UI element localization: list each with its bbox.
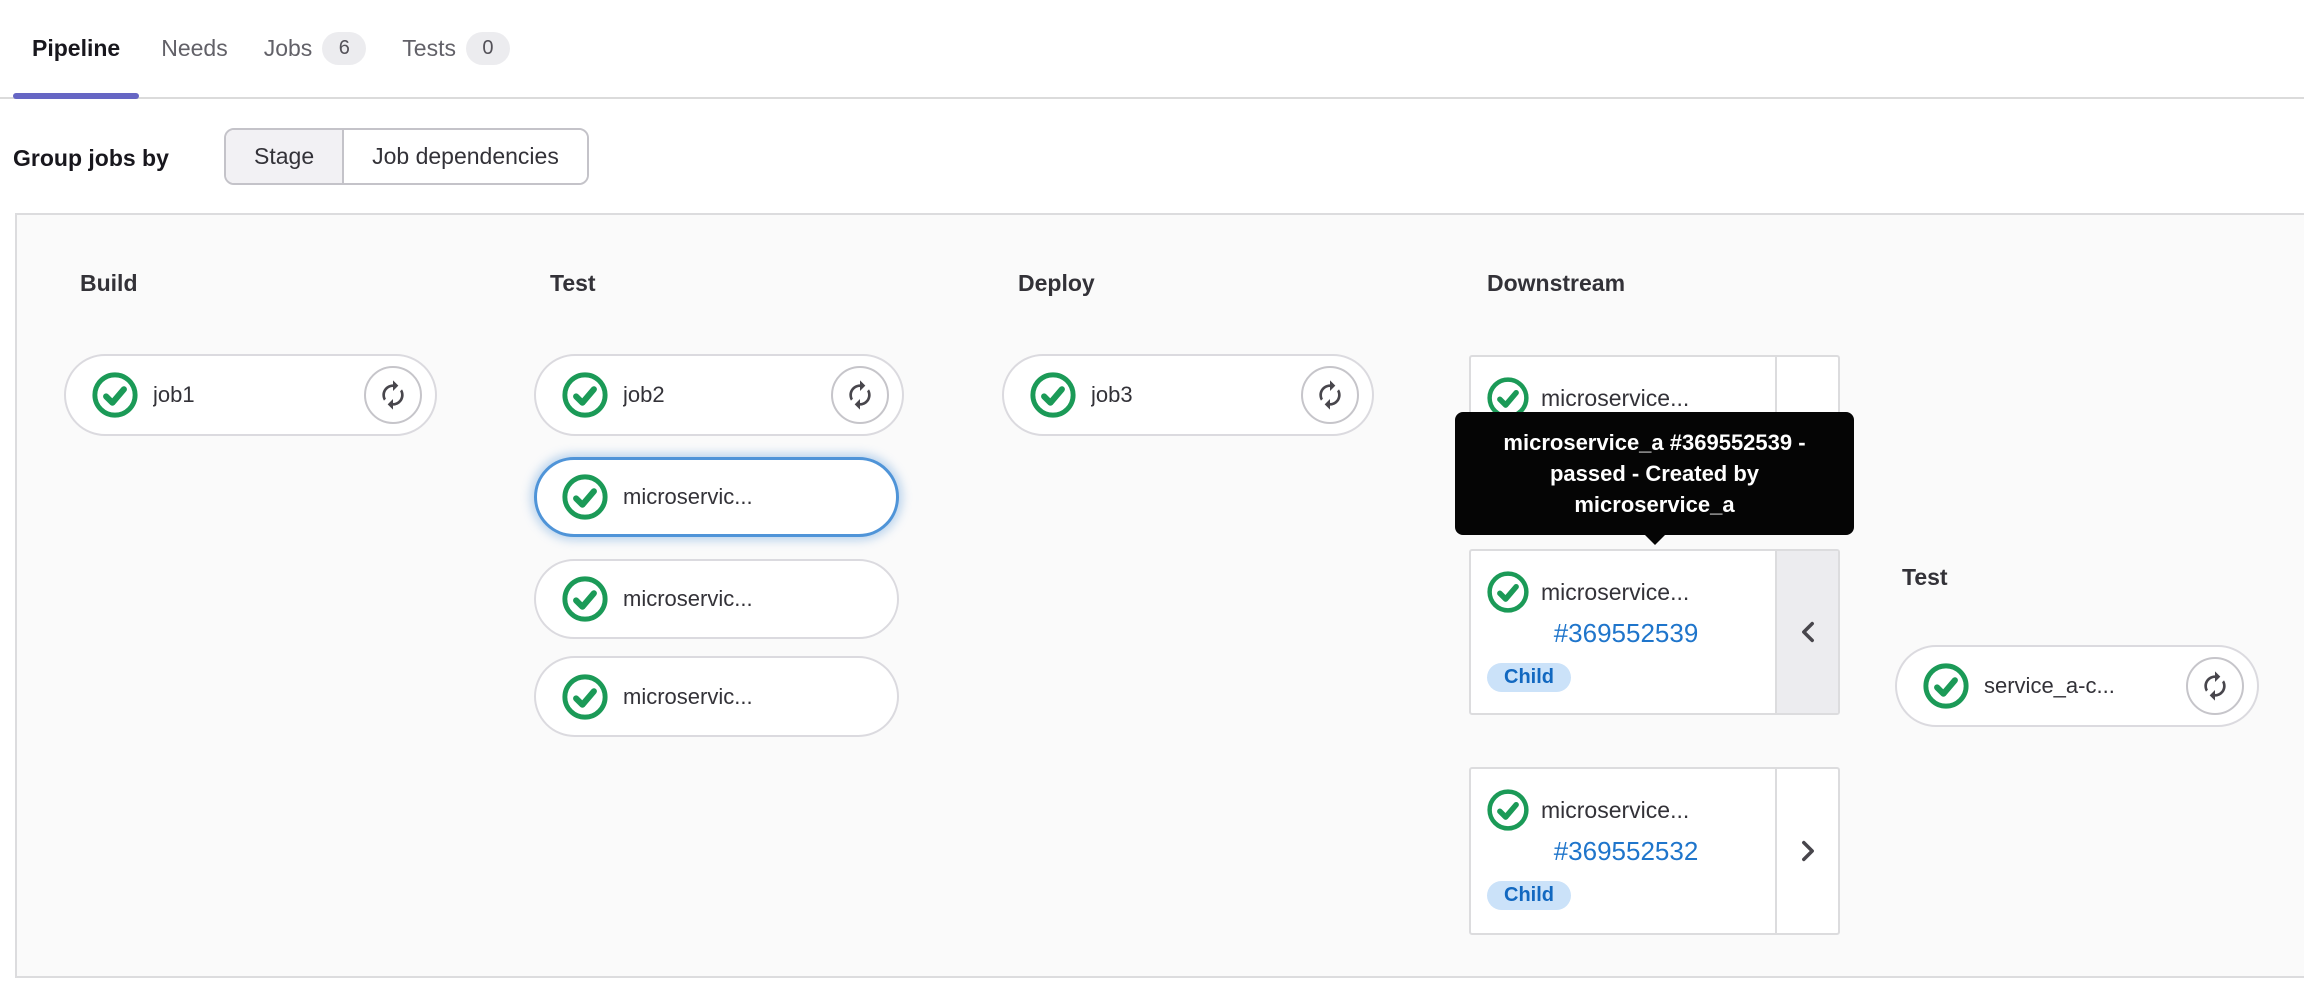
group-by-job-dependencies-button[interactable]: Job dependencies [344, 130, 587, 183]
stage-header-downstream: Downstream [1487, 270, 1626, 296]
downstream-pipeline-name: microservice... [1541, 796, 1690, 823]
tab-pipeline[interactable]: Pipeline [13, 0, 140, 99]
job-pill-microservice-3[interactable]: microservic... [534, 656, 899, 737]
job-pill-job1[interactable]: job1 [64, 354, 437, 436]
status-success-icon [1487, 571, 1529, 613]
retry-icon [1314, 379, 1346, 411]
tab-pipeline-label: Pipeline [32, 35, 121, 61]
job-name: microservic... [623, 484, 753, 509]
stage-header-deploy: Deploy [1018, 270, 1095, 296]
tab-needs-label: Needs [161, 35, 228, 61]
group-jobs-by-segmented-control: Stage Job dependencies [224, 128, 589, 185]
retry-job-button[interactable] [364, 366, 422, 424]
job-name: microservic... [623, 683, 753, 709]
retry-icon [844, 379, 876, 411]
retry-icon [377, 379, 409, 411]
child-pipeline-badge: Child [1487, 663, 1571, 692]
pipeline-graph: Build Test Deploy Downstream Test job1 j… [15, 213, 2304, 978]
job-pill-service-a-child[interactable]: service_a-c... [1895, 645, 2259, 727]
tab-tests[interactable]: Tests 0 [388, 0, 524, 97]
job-name: job2 [623, 382, 665, 407]
stage-header-test: Test [550, 270, 596, 296]
pipeline-tab-bar: Pipeline Needs Jobs 6 Tests 0 [0, 0, 2304, 99]
job-pill-microservice-2[interactable]: microservic... [534, 559, 899, 639]
downstream-card-main: microservice... #369552532 Child [1471, 769, 1775, 933]
job-name: job1 [153, 382, 195, 407]
downstream-pipeline-name: microservice... [1541, 578, 1690, 605]
job-pill-job3[interactable]: job3 [1002, 354, 1374, 436]
tests-count-badge: 0 [465, 32, 510, 65]
downstream-card-3[interactable]: microservice... #369552532 Child [1469, 767, 1840, 935]
status-success-icon [92, 372, 138, 418]
job-name: microservic... [623, 586, 753, 611]
retry-job-button[interactable] [2186, 657, 2244, 715]
status-success-icon [562, 474, 608, 520]
retry-job-button[interactable] [1301, 366, 1359, 424]
status-success-icon [562, 576, 608, 622]
status-success-icon [1487, 789, 1529, 831]
status-success-icon [1030, 372, 1076, 418]
job-pill-job2[interactable]: job2 [534, 354, 904, 436]
stage-header-build: Build [80, 270, 138, 296]
graph-controls-row: Group jobs by Stage Job dependencies [0, 99, 2304, 213]
tab-tests-label: Tests [402, 35, 456, 61]
group-jobs-by-label: Group jobs by [13, 145, 169, 171]
tab-jobs[interactable]: Jobs 6 [250, 0, 381, 97]
downstream-card-2[interactable]: microservice... #369552539 Child [1469, 549, 1840, 715]
downstream-pipeline-id-link[interactable]: #369552539 [1487, 618, 1765, 648]
tab-needs[interactable]: Needs [147, 0, 241, 97]
status-success-icon [562, 674, 608, 720]
downstream-card-main: microservice... #369552539 Child [1471, 551, 1775, 713]
expand-downstream-button[interactable] [1775, 769, 1838, 933]
child-pipeline-badge: Child [1487, 881, 1571, 910]
group-by-stage-button[interactable]: Stage [226, 130, 345, 183]
status-success-icon [1923, 663, 1969, 709]
chevron-right-icon [1794, 837, 1822, 865]
retry-job-button[interactable] [831, 366, 889, 424]
chevron-left-icon [1794, 618, 1822, 646]
downstream-pipeline-id-link[interactable]: #369552532 [1487, 836, 1765, 866]
job-pill-microservice-selected[interactable]: microservic... [534, 457, 899, 537]
status-success-icon [562, 372, 608, 418]
job-name: job3 [1091, 382, 1133, 407]
collapse-downstream-button[interactable] [1775, 551, 1838, 713]
downstream-pipeline-tooltip: microservice_a #369552539 - passed - Cre… [1455, 412, 1854, 535]
tab-jobs-label: Jobs [263, 35, 313, 61]
stage-header-child-test: Test [1902, 564, 1948, 590]
jobs-count-badge: 6 [322, 32, 367, 65]
retry-icon [2199, 670, 2231, 702]
job-name: service_a-c... [1984, 673, 2115, 698]
downstream-pipeline-name: microservice... [1541, 384, 1690, 411]
